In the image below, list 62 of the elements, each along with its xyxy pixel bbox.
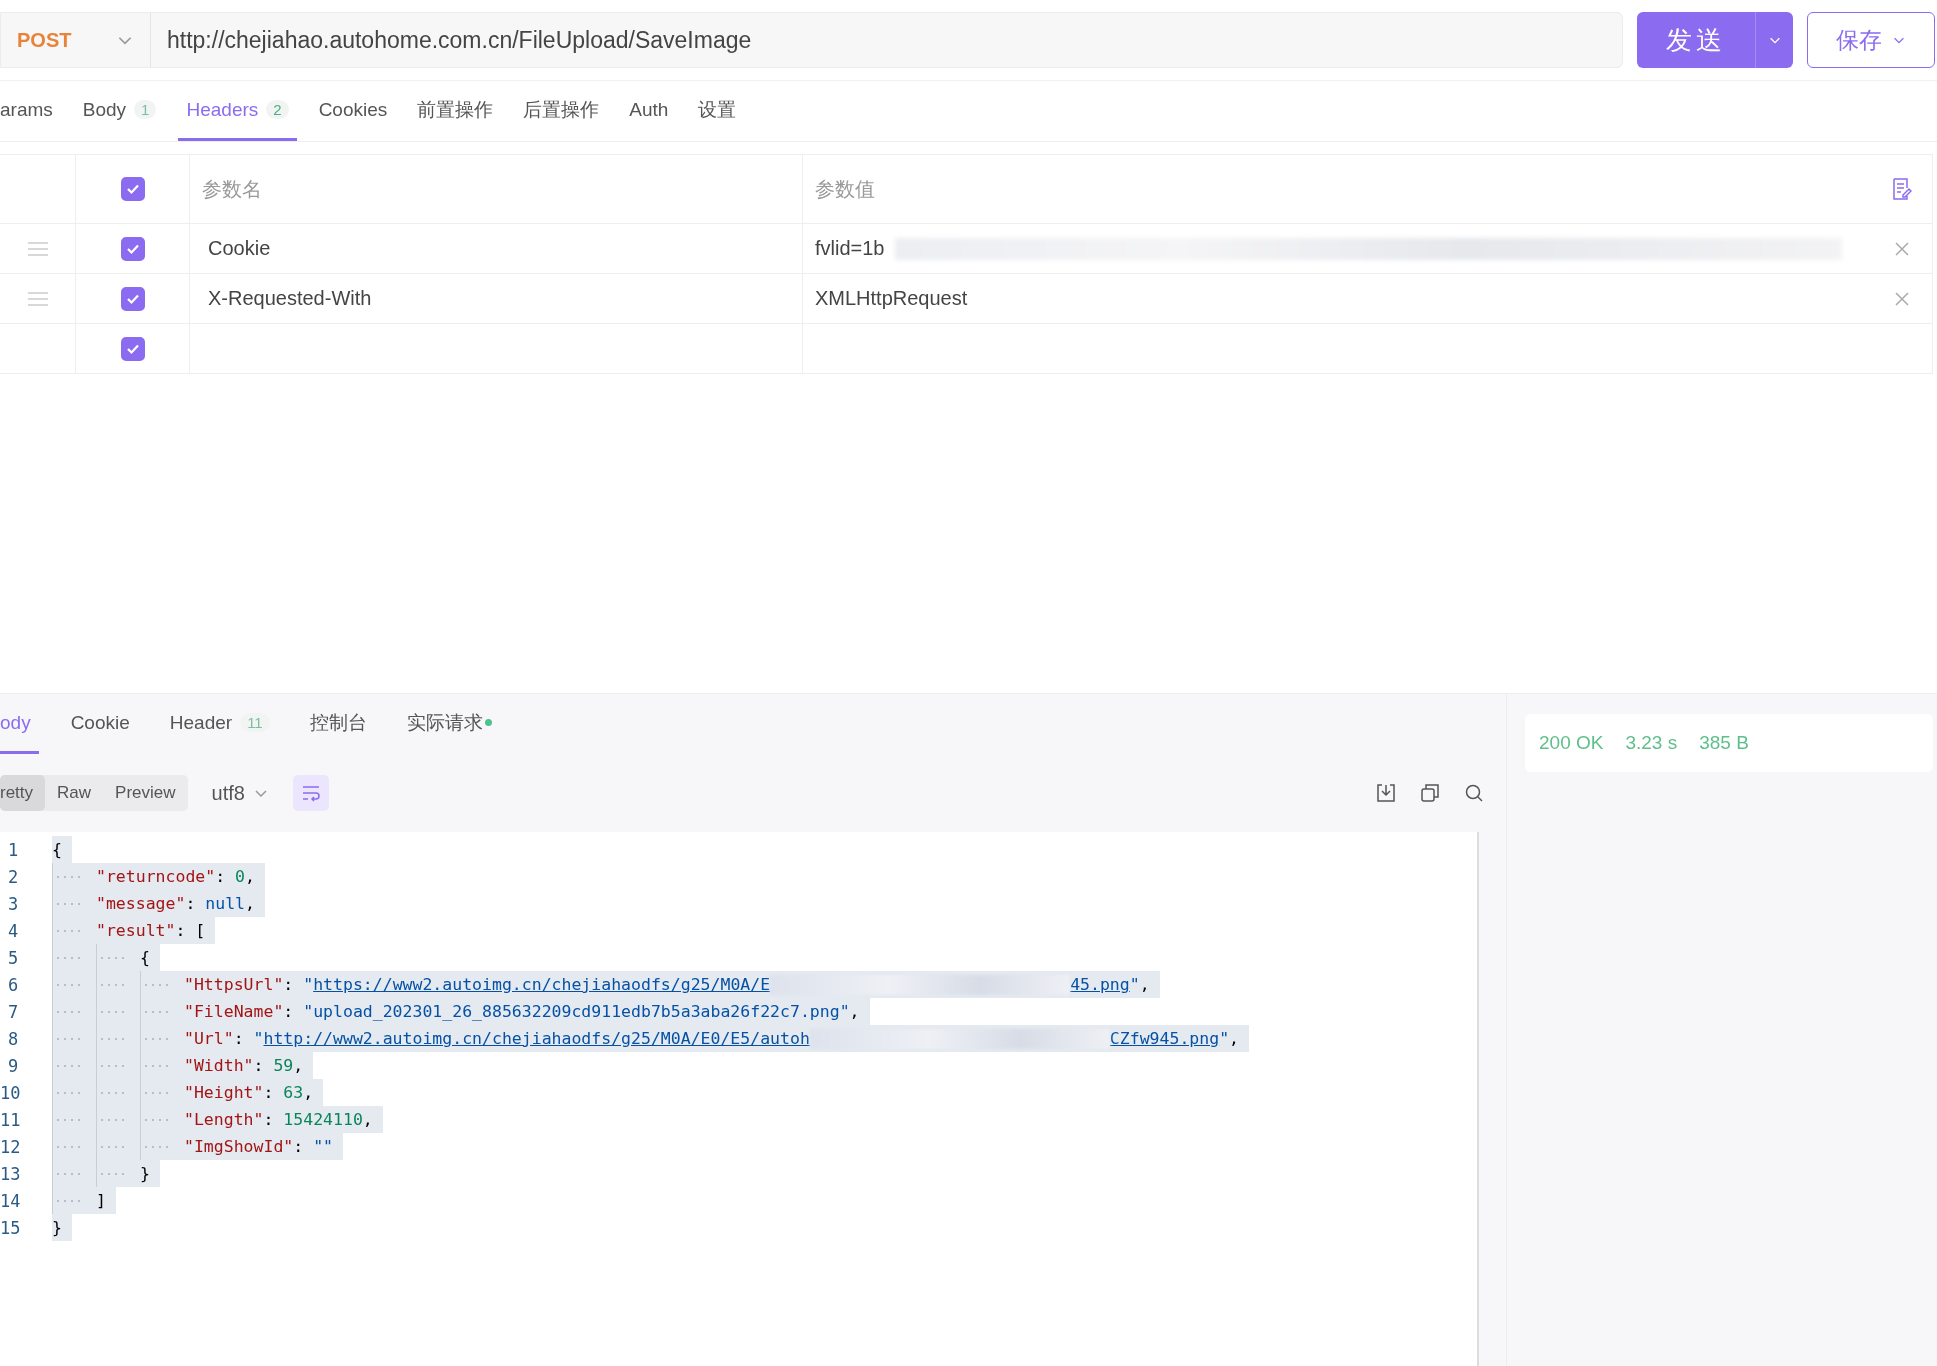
- response-tab[interactable]: Cookie: [62, 694, 138, 754]
- close-icon[interactable]: [1895, 241, 1909, 256]
- line-number: 1: [7, 839, 20, 860]
- line-number: 12: [0, 1136, 22, 1157]
- response-size: 385 B: [1699, 732, 1749, 754]
- line-number: 15: [0, 1217, 22, 1238]
- drag-handle-icon[interactable]: [26, 241, 49, 256]
- checkmark-icon: [125, 182, 140, 196]
- response-time: 3.23 s: [1625, 732, 1678, 754]
- checkbox[interactable]: [120, 236, 145, 261]
- line-number: 4: [7, 920, 20, 941]
- status-code: 200 OK: [1539, 732, 1604, 754]
- response-tab[interactable]: Header 11: [161, 694, 278, 754]
- request-tab[interactable]: 后置操作: [515, 81, 608, 141]
- line-number: 5: [7, 947, 20, 968]
- line-number: 6: [7, 974, 20, 995]
- view-mode-button[interactable]: retty: [0, 775, 46, 811]
- line-number: 7: [7, 1001, 20, 1022]
- checkbox[interactable]: [120, 286, 145, 311]
- line-number: 14: [0, 1190, 22, 1211]
- line-number: 3: [7, 893, 20, 914]
- request-tab[interactable]: Cookies: [310, 81, 396, 141]
- request-tab[interactable]: 设置: [690, 81, 745, 141]
- line-number: 11: [0, 1109, 22, 1130]
- copy-icon[interactable]: [1420, 783, 1440, 803]
- request-tab[interactable]: 前置操作: [409, 81, 502, 141]
- column-header: 参数名: [202, 176, 262, 202]
- checkbox[interactable]: [120, 177, 145, 201]
- header-value: fvlid=1b: [815, 237, 885, 260]
- encoding-select[interactable]: utf8: [211, 781, 269, 805]
- line-number: 2: [7, 866, 20, 887]
- view-mode-button[interactable]: Raw: [45, 775, 104, 811]
- response-tab[interactable]: ody: [0, 694, 39, 754]
- count-badge: 2: [266, 100, 289, 119]
- response-tab[interactable]: 实际请求: [398, 694, 500, 754]
- line-number: 9: [7, 1055, 20, 1076]
- wrap-lines-button[interactable]: [292, 775, 329, 811]
- url-field[interactable]: POST http://chejiahao.autohome.com.cn/FileUpload/SaveImage: [0, 12, 1623, 68]
- status-dot: [484, 719, 492, 726]
- close-icon[interactable]: [1895, 291, 1909, 306]
- download-icon[interactable]: [1376, 783, 1396, 803]
- line-number: 10: [0, 1082, 22, 1103]
- request-tab[interactable]: Headers 2: [178, 81, 297, 141]
- count-badge: 11: [240, 713, 270, 732]
- response-tab[interactable]: 控制台: [301, 694, 375, 754]
- header-name: X-Requested-With: [208, 287, 372, 310]
- request-tab[interactable]: Body 1: [74, 81, 165, 141]
- column-header: 参数值: [815, 176, 875, 202]
- bulk-edit-icon[interactable]: [1892, 178, 1912, 200]
- line-number: 13: [0, 1163, 22, 1184]
- count-badge: 1: [134, 100, 157, 119]
- wrap-lines-icon: [300, 784, 321, 802]
- header-name: Cookie: [208, 237, 271, 260]
- request-tab[interactable]: Auth: [621, 81, 677, 141]
- search-icon[interactable]: [1464, 783, 1484, 803]
- drag-handle-icon[interactable]: [26, 291, 49, 306]
- view-mode-button[interactable]: Preview: [103, 775, 188, 811]
- header-value: XMLHttpRequest: [815, 287, 968, 310]
- line-number: 8: [7, 1028, 20, 1049]
- checkbox[interactable]: [120, 336, 145, 361]
- request-tab[interactable]: arams: [0, 81, 61, 141]
- save-button[interactable]: 保存: [1807, 12, 1935, 68]
